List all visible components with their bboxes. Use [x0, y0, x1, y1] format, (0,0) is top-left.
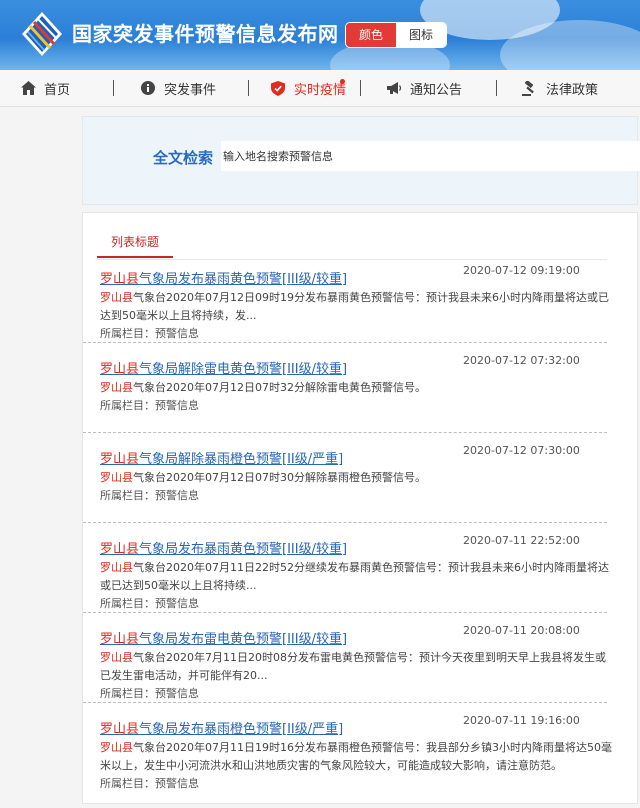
home-icon	[20, 80, 36, 96]
search-label: 全文检索	[153, 149, 214, 167]
warning-list-panel: 列表标题 罗山县气象局发布暴雨黄色预警[III级/较重] 2020-07-12 …	[82, 212, 638, 804]
nav-item-label: 首页	[44, 82, 71, 98]
item-title-region: 罗山县	[100, 452, 140, 467]
site-logo-icon[interactable]	[20, 10, 64, 58]
nav-item-label: 实时疫情	[294, 82, 347, 98]
summary-region: 罗山县	[100, 651, 133, 664]
item-date: 2020-07-12 09:19:00	[463, 264, 580, 277]
item-summary: 罗山县气象台2020年07月12日09时19分发布暴雨黄色预警信号：预计我县未来…	[100, 289, 614, 325]
item-date: 2020-07-11 20:08:00	[463, 624, 580, 637]
item-category: 所属栏目：预警信息	[100, 687, 199, 700]
item-divider	[83, 702, 607, 703]
summary-region: 罗山县	[100, 381, 133, 394]
item-title-text: 气象局发布雷电黄色预警[III级/较重]	[139, 632, 348, 647]
nav-item-law[interactable]: 法律政策	[522, 70, 598, 106]
nav-divider	[360, 80, 361, 96]
item-date: 2020-07-11 22:52:00	[463, 534, 580, 547]
item-title-region: 罗山县	[100, 632, 140, 647]
summary-text: 气象台2020年07月12日07时32分解除雷电黄色预警信号。	[133, 381, 426, 394]
nav-divider	[496, 80, 497, 96]
item-summary: 罗山县气象台2020年07月11日19时16分发布暴雨橙色预警信号：我县部分乡镇…	[100, 739, 614, 775]
item-title-link[interactable]: 罗山县气象局解除雷电黄色预警[III级/较重]	[100, 358, 347, 377]
display-mode-switch: 颜色 图标	[346, 23, 446, 47]
item-summary: 罗山县气象台2020年07月12日07时30分解除暴雨橙色预警信号。	[100, 469, 614, 487]
item-summary: 罗山县气象台2020年7月11日20时08分发布雷电黄色预警信号：预计今天夜里到…	[100, 649, 614, 685]
item-divider	[83, 612, 607, 613]
summary-text: 气象台2020年07月11日22时52分继续发布暴雨黄色预警信号：预计我县未来6…	[100, 561, 609, 592]
megaphone-icon	[386, 80, 402, 96]
site-title[interactable]: 国家突发事件预警信息发布网	[72, 18, 339, 47]
item-date: 2020-07-11 19:16:00	[463, 714, 580, 727]
item-title-region: 罗山县	[100, 272, 140, 287]
item-title-text: 气象局解除暴雨橙色预警[II级/严重]	[139, 452, 344, 467]
gavel-icon	[522, 80, 538, 96]
item-title-region: 罗山县	[100, 542, 140, 557]
list-item: 罗山县气象局解除雷电黄色预警[III级/较重] 2020-07-12 07:32…	[83, 354, 607, 448]
summary-text: 气象台2020年07月12日09时19分发布暴雨黄色预警信号：预计我县未来6小时…	[100, 291, 609, 322]
item-date: 2020-07-12 07:32:00	[463, 354, 580, 367]
item-title-text: 气象局发布暴雨橙色预警[II级/严重]	[139, 722, 344, 737]
list-item: 罗山县气象局发布暴雨橙色预警[II级/严重] 2020-07-11 19:16:…	[83, 714, 612, 808]
shield-icon	[270, 80, 286, 96]
info-icon	[140, 80, 156, 96]
item-date: 2020-07-12 07:30:00	[463, 444, 580, 457]
list-tab-title[interactable]: 列表标题	[97, 233, 173, 258]
item-title-text: 气象局解除雷电黄色预警[III级/较重]	[139, 362, 348, 377]
tab-underline-divider	[97, 259, 607, 260]
item-title-link[interactable]: 罗山县气象局发布雷电黄色预警[III级/较重]	[100, 628, 347, 647]
item-category: 所属栏目：预警信息	[100, 597, 199, 610]
notification-dot	[340, 79, 345, 84]
nav-divider	[113, 80, 114, 96]
item-divider	[83, 432, 607, 433]
item-category: 所属栏目：预警信息	[100, 399, 199, 412]
summary-text: 气象台2020年07月11日19时16分发布暴雨橙色预警信号：我县部分乡镇3小时…	[100, 741, 612, 772]
list-item: 罗山县气象局发布雷电黄色预警[III级/较重] 2020-07-11 20:08…	[83, 624, 607, 718]
item-title-link[interactable]: 罗山县气象局发布暴雨黄色预警[III级/较重]	[100, 538, 347, 557]
item-divider	[83, 342, 607, 343]
main-nav: 首页 突发事件 实时疫情 通知公告 法律政策	[0, 70, 640, 107]
item-summary: 罗山县气象台2020年07月12日07时32分解除雷电黄色预警信号。	[100, 379, 614, 397]
icon-mode-button[interactable]: 图标	[396, 23, 446, 47]
item-title-link[interactable]: 罗山县气象局发布暴雨橙色预警[II级/严重]	[100, 718, 343, 737]
item-title-text: 气象局发布暴雨黄色预警[III级/较重]	[139, 272, 348, 287]
nav-item-label: 法律政策	[546, 82, 599, 98]
nav-item-label: 突发事件	[164, 82, 217, 98]
summary-region: 罗山县	[100, 741, 133, 754]
full-text-search-panel: 全文检索	[82, 116, 640, 205]
nav-item-epidemic[interactable]: 实时疫情	[270, 70, 346, 106]
nav-item-home[interactable]: 首页	[20, 70, 70, 106]
item-title-text: 气象局发布暴雨黄色预警[III级/较重]	[139, 542, 348, 557]
list-item: 罗山县气象局发布暴雨黄色预警[III级/较重] 2020-07-12 09:19…	[83, 264, 609, 358]
site-header: 国家突发事件预警信息发布网 颜色 图标	[0, 0, 640, 70]
color-mode-button[interactable]: 颜色	[346, 23, 396, 47]
item-category: 所属栏目：预警信息	[100, 327, 199, 340]
item-divider	[83, 522, 607, 523]
item-category: 所属栏目：预警信息	[100, 489, 199, 502]
nav-item-emergency[interactable]: 突发事件	[140, 70, 216, 106]
list-item: 罗山县气象局发布暴雨黄色预警[III级/较重] 2020-07-11 22:52…	[83, 534, 609, 628]
list-item: 罗山县气象局解除暴雨橙色预警[II级/严重] 2020-07-12 07:30:…	[83, 444, 607, 538]
summary-region: 罗山县	[100, 291, 133, 304]
item-summary: 罗山县气象台2020年07月11日22时52分继续发布暴雨黄色预警信号：预计我县…	[100, 559, 614, 595]
item-title-link[interactable]: 罗山县气象局发布暴雨黄色预警[III级/较重]	[100, 268, 347, 287]
nav-divider	[248, 80, 249, 96]
item-category: 所属栏目：预警信息	[100, 777, 199, 790]
nav-item-label: 通知公告	[410, 82, 463, 98]
search-input[interactable]	[221, 141, 640, 171]
nav-item-notices[interactable]: 通知公告	[386, 70, 462, 106]
summary-text: 气象台2020年07月12日07时30分解除暴雨橙色预警信号。	[133, 471, 426, 484]
item-title-region: 罗山县	[100, 362, 140, 377]
summary-text: 气象台2020年7月11日20时08分发布雷电黄色预警信号：预计今天夜里到明天早…	[100, 651, 606, 682]
item-title-region: 罗山县	[100, 722, 140, 737]
summary-region: 罗山县	[100, 561, 133, 574]
summary-region: 罗山县	[100, 471, 133, 484]
item-title-link[interactable]: 罗山县气象局解除暴雨橙色预警[II级/严重]	[100, 448, 343, 467]
